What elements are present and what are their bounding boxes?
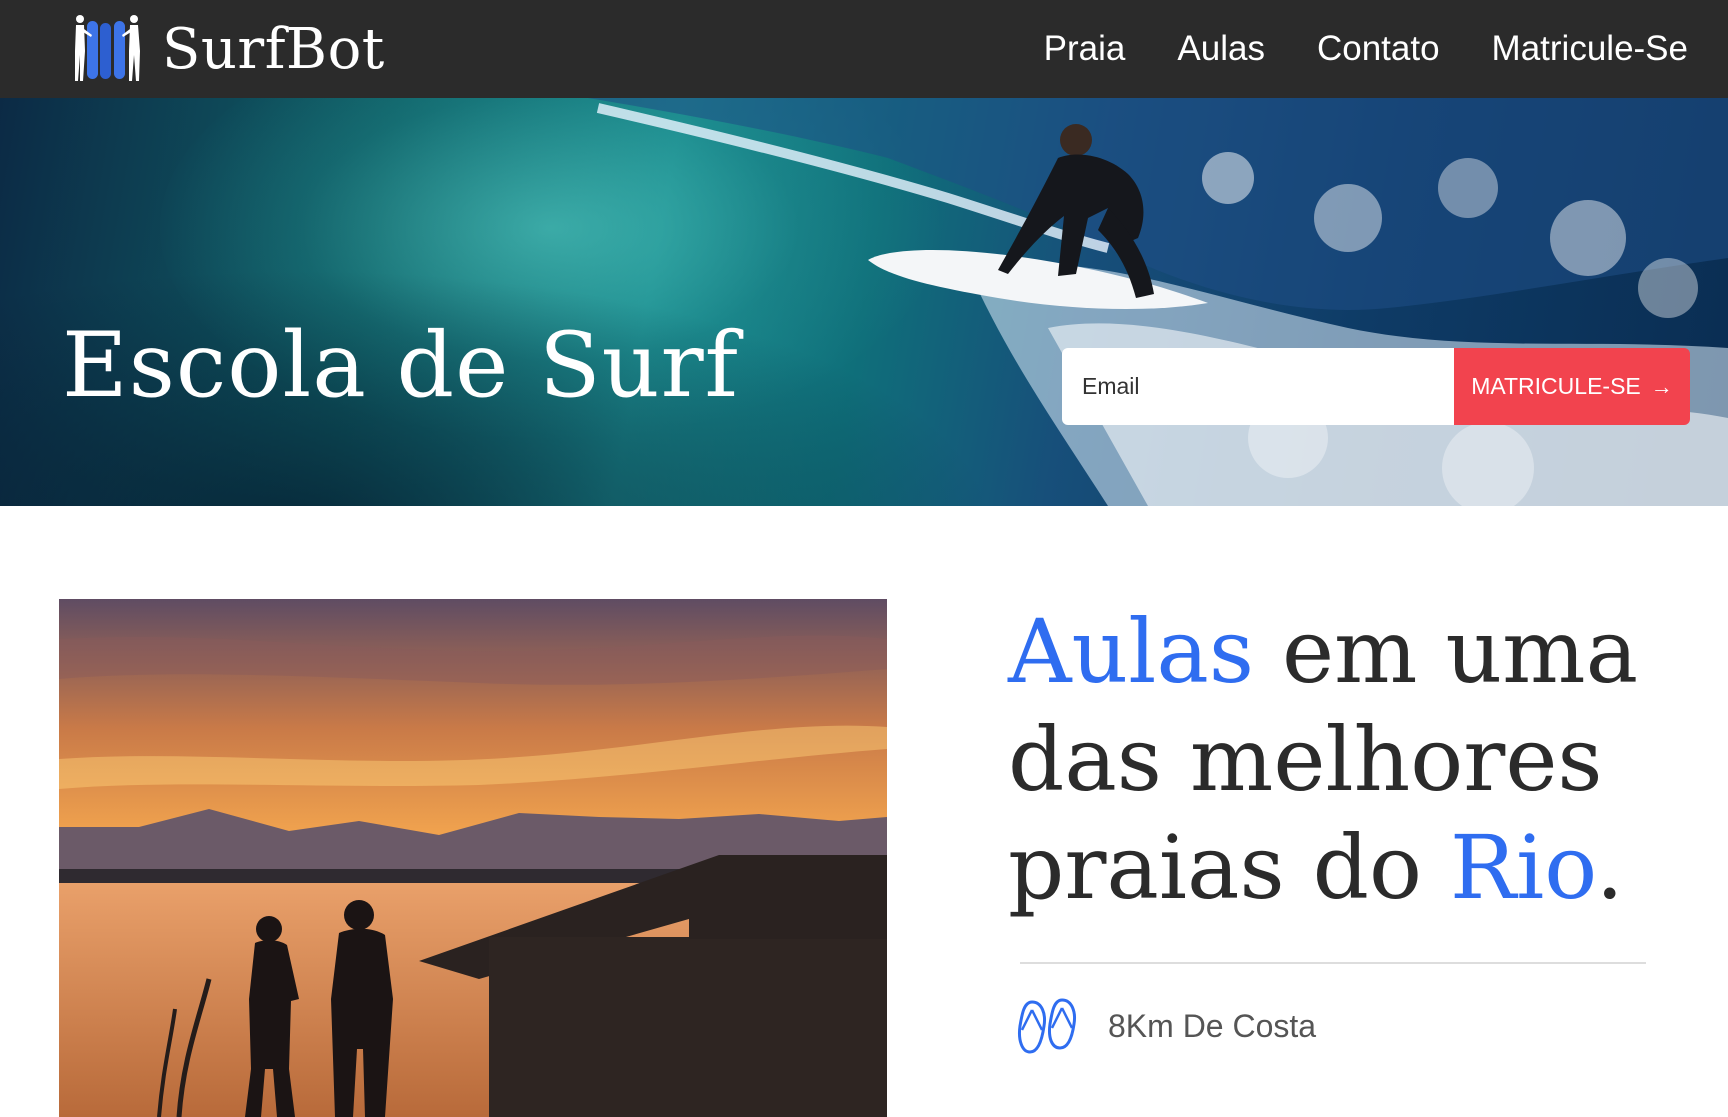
brand-logo[interactable]: SurfBot	[70, 10, 385, 88]
hero-title: Escola de Surf	[62, 313, 739, 418]
nav-link-contato[interactable]: Contato	[1317, 29, 1440, 69]
nav-link-matricule-se[interactable]: Matricule-Se	[1492, 29, 1688, 69]
main-nav: Praia Aulas Contato Matricule-Se	[1044, 0, 1688, 98]
headline-period: .	[1595, 816, 1624, 919]
nav-link-aulas[interactable]: Aulas	[1177, 29, 1265, 69]
feature-text: 8Km De Costa	[1108, 1007, 1317, 1044]
hero-banner: Escola de Surf MATRICULE-SE →	[0, 98, 1728, 506]
brand-name: SurfBot	[162, 16, 385, 82]
top-navbar: SurfBot Praia Aulas Contato Matricule-Se	[0, 0, 1728, 98]
nav-link-praia[interactable]: Praia	[1044, 29, 1126, 69]
sunset-beach-photo	[59, 599, 887, 1117]
section-divider	[1020, 962, 1646, 964]
email-input[interactable]	[1062, 348, 1454, 425]
section-headline: Aulas em uma das melhores praias do Rio.	[1008, 598, 1698, 922]
signup-button[interactable]: MATRICULE-SE →	[1454, 348, 1690, 425]
surfer-wave-illustration	[588, 98, 1728, 506]
arrow-right-icon: →	[1650, 373, 1673, 399]
signup-button-label: MATRICULE-SE	[1471, 373, 1641, 399]
flip-flops-icon	[1018, 998, 1076, 1054]
headline-accent-aulas: Aulas	[1008, 600, 1254, 703]
surfers-with-boards-icon	[75, 15, 140, 81]
signup-form: MATRICULE-SE →	[1062, 348, 1690, 425]
feature-item: 8Km De Costa	[1014, 996, 1316, 1056]
headline-accent-rio: Rio	[1449, 816, 1596, 919]
